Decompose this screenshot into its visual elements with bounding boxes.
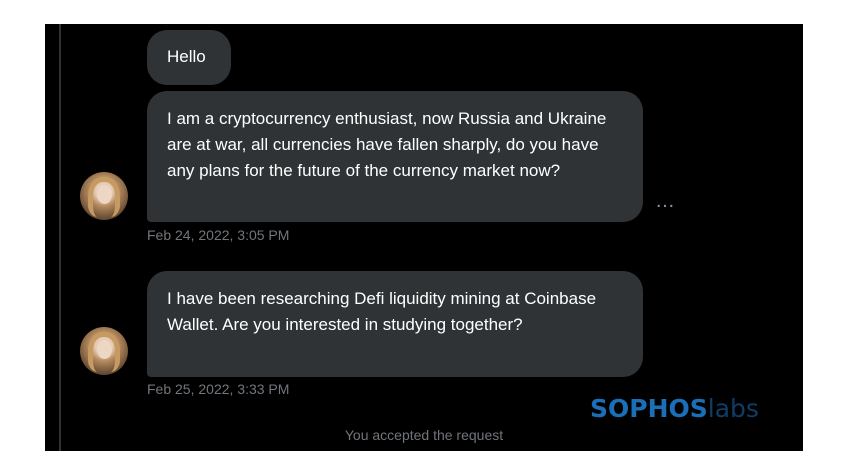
message-bubble[interactable]: I have been researching Defi liquidity m… (147, 271, 643, 377)
avatar[interactable] (80, 172, 128, 220)
message-timestamp: Feb 25, 2022, 3:33 PM (147, 381, 290, 397)
message-bubble[interactable]: Hello (147, 30, 231, 85)
more-options-icon[interactable]: … (655, 190, 676, 213)
message-bubble[interactable]: I am a cryptocurrency enthusiast, now Ru… (147, 91, 643, 222)
sophoslabs-watermark: SOPHOSlabs (590, 394, 759, 424)
watermark-suffix: labs (707, 394, 759, 423)
panel-divider (59, 24, 61, 451)
request-status: You accepted the request (344, 427, 504, 443)
face-shape (97, 185, 112, 204)
dm-conversation: Hello I am a cryptocurrency enthusiast, … (45, 24, 803, 451)
watermark-brand: SOPHOS (590, 394, 708, 423)
face-shape (97, 340, 112, 359)
avatar[interactable] (80, 327, 128, 375)
message-timestamp: Feb 24, 2022, 3:05 PM (147, 227, 290, 243)
